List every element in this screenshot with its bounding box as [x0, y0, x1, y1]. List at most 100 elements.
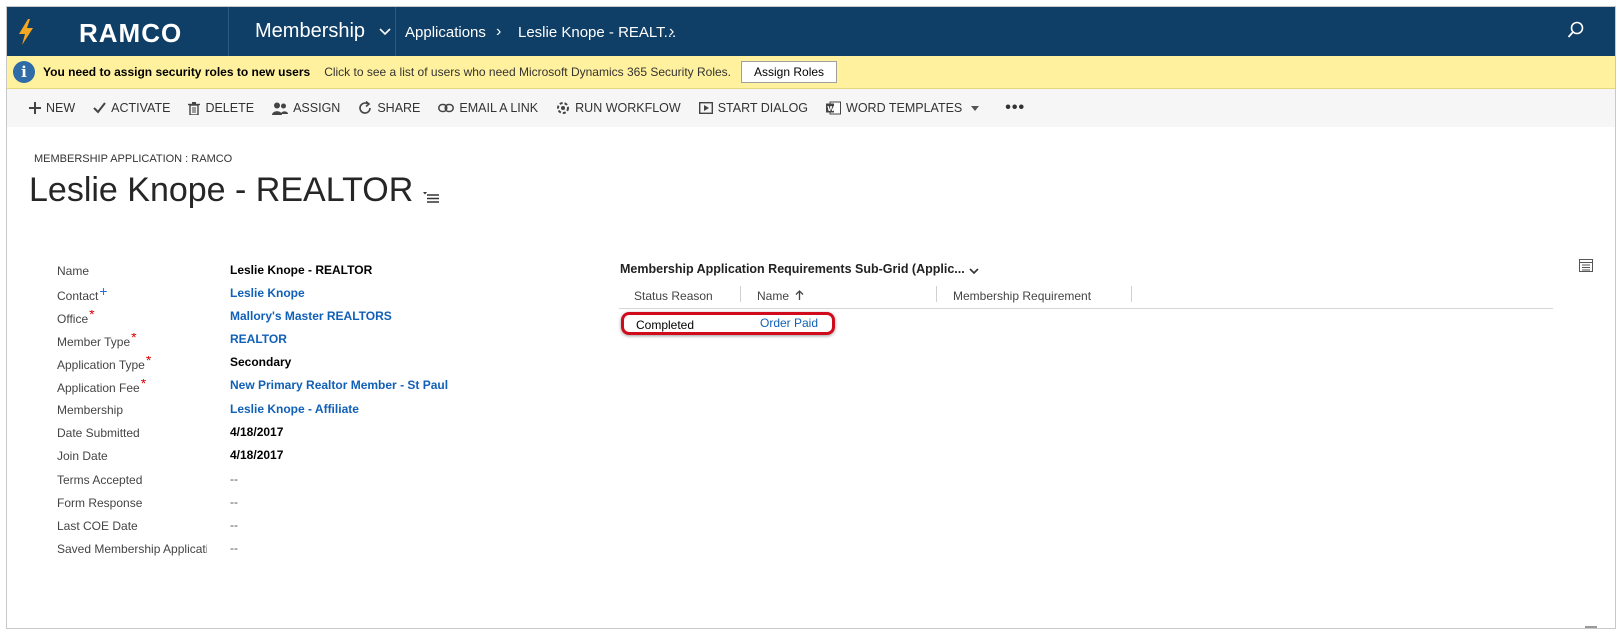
breadcrumb-chevron-icon: › — [496, 23, 502, 40]
field-value[interactable]: Secondary — [230, 355, 291, 369]
field-label: Application Fee* — [57, 379, 207, 395]
notification-title: You need to assign security roles to new… — [43, 65, 311, 79]
column-header-status-reason[interactable]: Status Reason — [634, 289, 713, 303]
module-selector[interactable]: Membership — [255, 20, 391, 43]
required-marker: * — [131, 333, 137, 345]
more-commands-button[interactable]: ••• — [1005, 99, 1025, 117]
field-label: Contact+ — [57, 287, 207, 303]
field-label: Saved Membership Applicati — [57, 542, 207, 556]
field-label: Member Type* — [57, 333, 207, 349]
field-label: Terms Accepted — [57, 473, 143, 487]
column-header-name[interactable]: Name — [757, 289, 804, 303]
module-label: Membership — [255, 20, 366, 42]
email-link-button[interactable]: EMAIL A LINK — [438, 101, 538, 115]
field-saved-membership-application: Saved Membership Applicati -- — [57, 539, 477, 559]
svg-text:W: W — [827, 105, 835, 113]
workflow-icon — [557, 102, 570, 114]
word-templates-button[interactable]: W WORD TEMPLATES — [826, 101, 980, 115]
breadcrumb-record[interactable]: Leslie Knope - REALT... — [518, 24, 676, 41]
field-value[interactable]: 4/18/2017 — [230, 425, 283, 439]
field-value-link[interactable]: Leslie Knope — [230, 286, 305, 300]
word-templates-label: WORD TEMPLATES — [846, 101, 963, 115]
dropdown-caret-icon — [971, 105, 980, 111]
field-label: Date Submitted — [57, 426, 140, 440]
form-selector-icon[interactable] — [423, 191, 440, 203]
subgrid-header: Status Reason Name Membership Requiremen… — [619, 286, 1553, 309]
column-header-membership-requirement[interactable]: Membership Requirement — [953, 289, 1091, 303]
field-membership: Membership Leslie Knope - Affiliate — [57, 400, 477, 420]
field-member-type: Member Type* REALTOR — [57, 330, 477, 350]
share-icon — [359, 101, 372, 114]
field-application-fee: Application Fee* New Primary Realtor Mem… — [57, 376, 477, 396]
assign-roles-button[interactable]: Assign Roles — [741, 61, 838, 83]
field-application-type: Application Type* Secondary — [57, 353, 477, 373]
share-label: SHARE — [377, 101, 421, 115]
breadcrumb-chevron-icon[interactable]: › — [669, 23, 674, 41]
field-date-submitted: Date Submitted 4/18/2017 — [57, 423, 477, 443]
start-dialog-label: START DIALOG — [717, 101, 809, 115]
field-value[interactable]: -- — [230, 472, 238, 486]
record-title-text: Leslie Knope - REALTOR — [29, 171, 414, 209]
field-contact: Contact+ Leslie Knope — [57, 284, 477, 304]
nav-separator — [228, 7, 229, 56]
brand-logo[interactable]: RAMCO — [79, 18, 182, 49]
delete-button[interactable]: DELETE — [188, 101, 254, 115]
new-button[interactable]: NEW — [29, 101, 75, 115]
dialog-icon — [698, 102, 713, 114]
link-icon — [438, 103, 455, 113]
field-value-link[interactable]: Mallory's Master REALTORS — [230, 309, 392, 323]
field-value[interactable]: 4/18/2017 — [230, 448, 283, 462]
field-join-date: Join Date 4/18/2017 — [57, 446, 477, 466]
run-workflow-label: RUN WORKFLOW — [575, 101, 681, 115]
delete-label: DELETE — [205, 101, 255, 115]
search-button[interactable] — [1567, 21, 1585, 44]
recommended-marker: + — [99, 287, 108, 299]
required-marker: * — [89, 310, 95, 322]
app-launcher[interactable] — [7, 7, 45, 56]
column-header-name-label: Name — [757, 289, 790, 303]
highlight-annotation — [621, 312, 835, 335]
open-grid-view-button[interactable] — [1579, 259, 1593, 277]
nav-separator — [395, 7, 396, 56]
field-value[interactable]: -- — [230, 541, 238, 555]
command-bar: NEW ACTIVATE DELETE ASSIGN SHARE EMAIL A… — [7, 89, 1615, 127]
grid-view-icon — [1579, 259, 1593, 272]
field-name: Name Leslie Knope - REALTOR — [57, 261, 477, 281]
field-value[interactable]: -- — [230, 518, 238, 532]
column-resizer[interactable] — [1131, 286, 1132, 302]
assign-button[interactable]: ASSIGN — [272, 101, 340, 115]
chevron-down-icon — [379, 27, 391, 35]
required-marker: * — [140, 379, 147, 391]
run-workflow-button[interactable]: RUN WORKFLOW — [556, 101, 681, 115]
breadcrumb-applications[interactable]: Applications — [405, 24, 486, 41]
search-icon — [1567, 21, 1584, 38]
field-form-response: Form Response -- — [57, 493, 477, 513]
field-office: Office* Mallory's Master REALTORS — [57, 307, 477, 327]
column-resizer[interactable] — [740, 286, 741, 302]
share-button[interactable]: SHARE — [358, 101, 420, 115]
field-value[interactable]: Leslie Knope - REALTOR — [230, 263, 372, 277]
field-label: Name — [57, 264, 90, 278]
trash-icon — [188, 101, 201, 115]
column-resizer[interactable] — [936, 286, 937, 302]
field-label: Form Response — [57, 496, 143, 510]
field-label: Office* — [57, 310, 207, 326]
info-icon: i — [13, 61, 35, 83]
subgrid-view-selector[interactable] — [969, 262, 979, 280]
resize-grip — [1585, 626, 1597, 628]
email-link-label: EMAIL A LINK — [459, 101, 539, 115]
check-icon — [93, 102, 106, 114]
word-icon: W — [826, 101, 842, 115]
field-value[interactable]: -- — [230, 495, 238, 509]
notification-message[interactable]: Click to see a list of users who need Mi… — [324, 65, 731, 79]
field-label: Application Type* — [57, 356, 207, 372]
field-value-link[interactable]: New Primary Realtor Member - St Paul — [230, 378, 448, 392]
field-value-link[interactable]: Leslie Knope - Affiliate — [230, 402, 359, 416]
more-icon: ••• — [1005, 99, 1026, 116]
start-dialog-button[interactable]: START DIALOG — [698, 101, 809, 115]
field-label: Join Date — [57, 449, 108, 463]
activate-button[interactable]: ACTIVATE — [93, 101, 170, 115]
notification-bar: i You need to assign security roles to n… — [7, 56, 1615, 89]
field-value-link[interactable]: REALTOR — [230, 332, 287, 346]
top-navigation-bar: RAMCO Membership Applications › Leslie K… — [7, 7, 1615, 56]
